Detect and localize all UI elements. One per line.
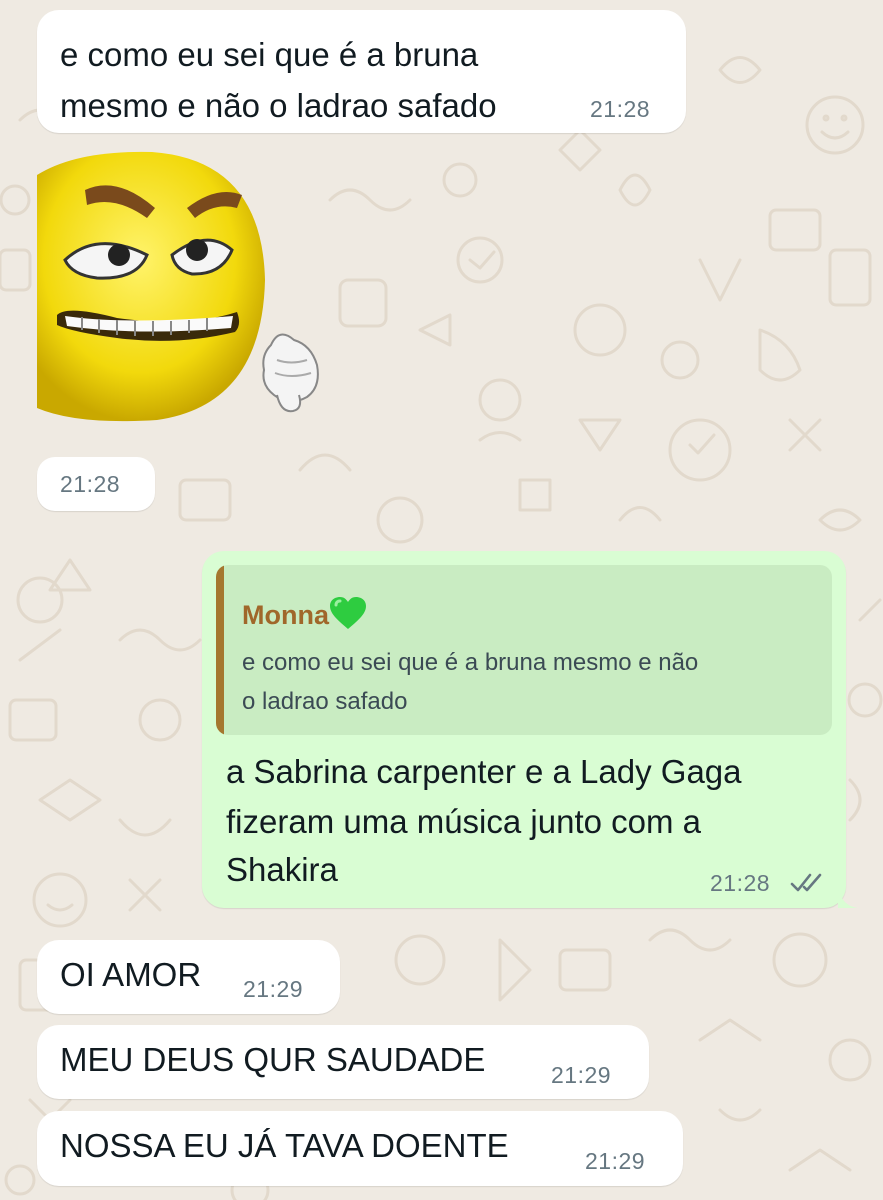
quote-author: Monna (242, 597, 366, 631)
message-timestamp: 21:29 (585, 1148, 646, 1174)
double-check-icon (790, 873, 822, 892)
message-text: mesmo e não o ladrao safado (60, 87, 497, 124)
message-text: NOSSA EU JÁ TAVA DOENTE (60, 1127, 509, 1164)
incoming-message[interactable]: OI AMOR 21:29 (37, 940, 340, 1014)
message-timestamp: 21:29 (551, 1062, 612, 1088)
message-text: e como eu sei que é a bruna (60, 36, 479, 73)
quoted-message[interactable]: Monna e como eu sei que é a bruna mesmo … (216, 565, 832, 735)
incoming-message[interactable]: MEU DEUS QUR SAUDADE 21:29 (37, 1025, 649, 1099)
quote-text: e como eu sei que é a bruna mesmo e não … (242, 643, 822, 721)
outgoing-bubble-tail (838, 888, 858, 908)
quote-accent-bar (216, 565, 224, 735)
angry-emoji-thumbs-down-icon (37, 151, 319, 422)
incoming-message[interactable]: NOSSA EU JÁ TAVA DOENTE 21:29 (37, 1111, 683, 1186)
message-timestamp: 21:28 (710, 870, 771, 896)
message-timestamp: 21:28 (590, 96, 651, 122)
message-text: fizeram uma música junto com a (226, 803, 702, 840)
message-text: MEU DEUS QUR SAUDADE (60, 1041, 486, 1078)
message-text: OI AMOR (60, 956, 202, 993)
sticker-message[interactable] (37, 150, 337, 440)
message-text: Shakira (226, 851, 338, 888)
green-heart-icon (330, 597, 366, 629)
sticker-timestamp-badge: 21:28 (37, 457, 155, 511)
quote-author-name: Monna (242, 600, 329, 630)
quote-text-line: e como eu sei que é a bruna mesmo e não (242, 649, 699, 676)
quote-text-line: o ladrao safado (242, 688, 408, 715)
message-timestamp: 21:29 (243, 976, 304, 1002)
outgoing-message[interactable]: Monna e como eu sei que é a bruna mesmo … (202, 551, 846, 908)
message-text: a Sabrina carpenter e a Lady Gaga (226, 753, 742, 790)
message-timestamp: 21:28 (60, 471, 121, 497)
incoming-message[interactable]: e como eu sei que é a bruna mesmo e não … (37, 10, 686, 133)
